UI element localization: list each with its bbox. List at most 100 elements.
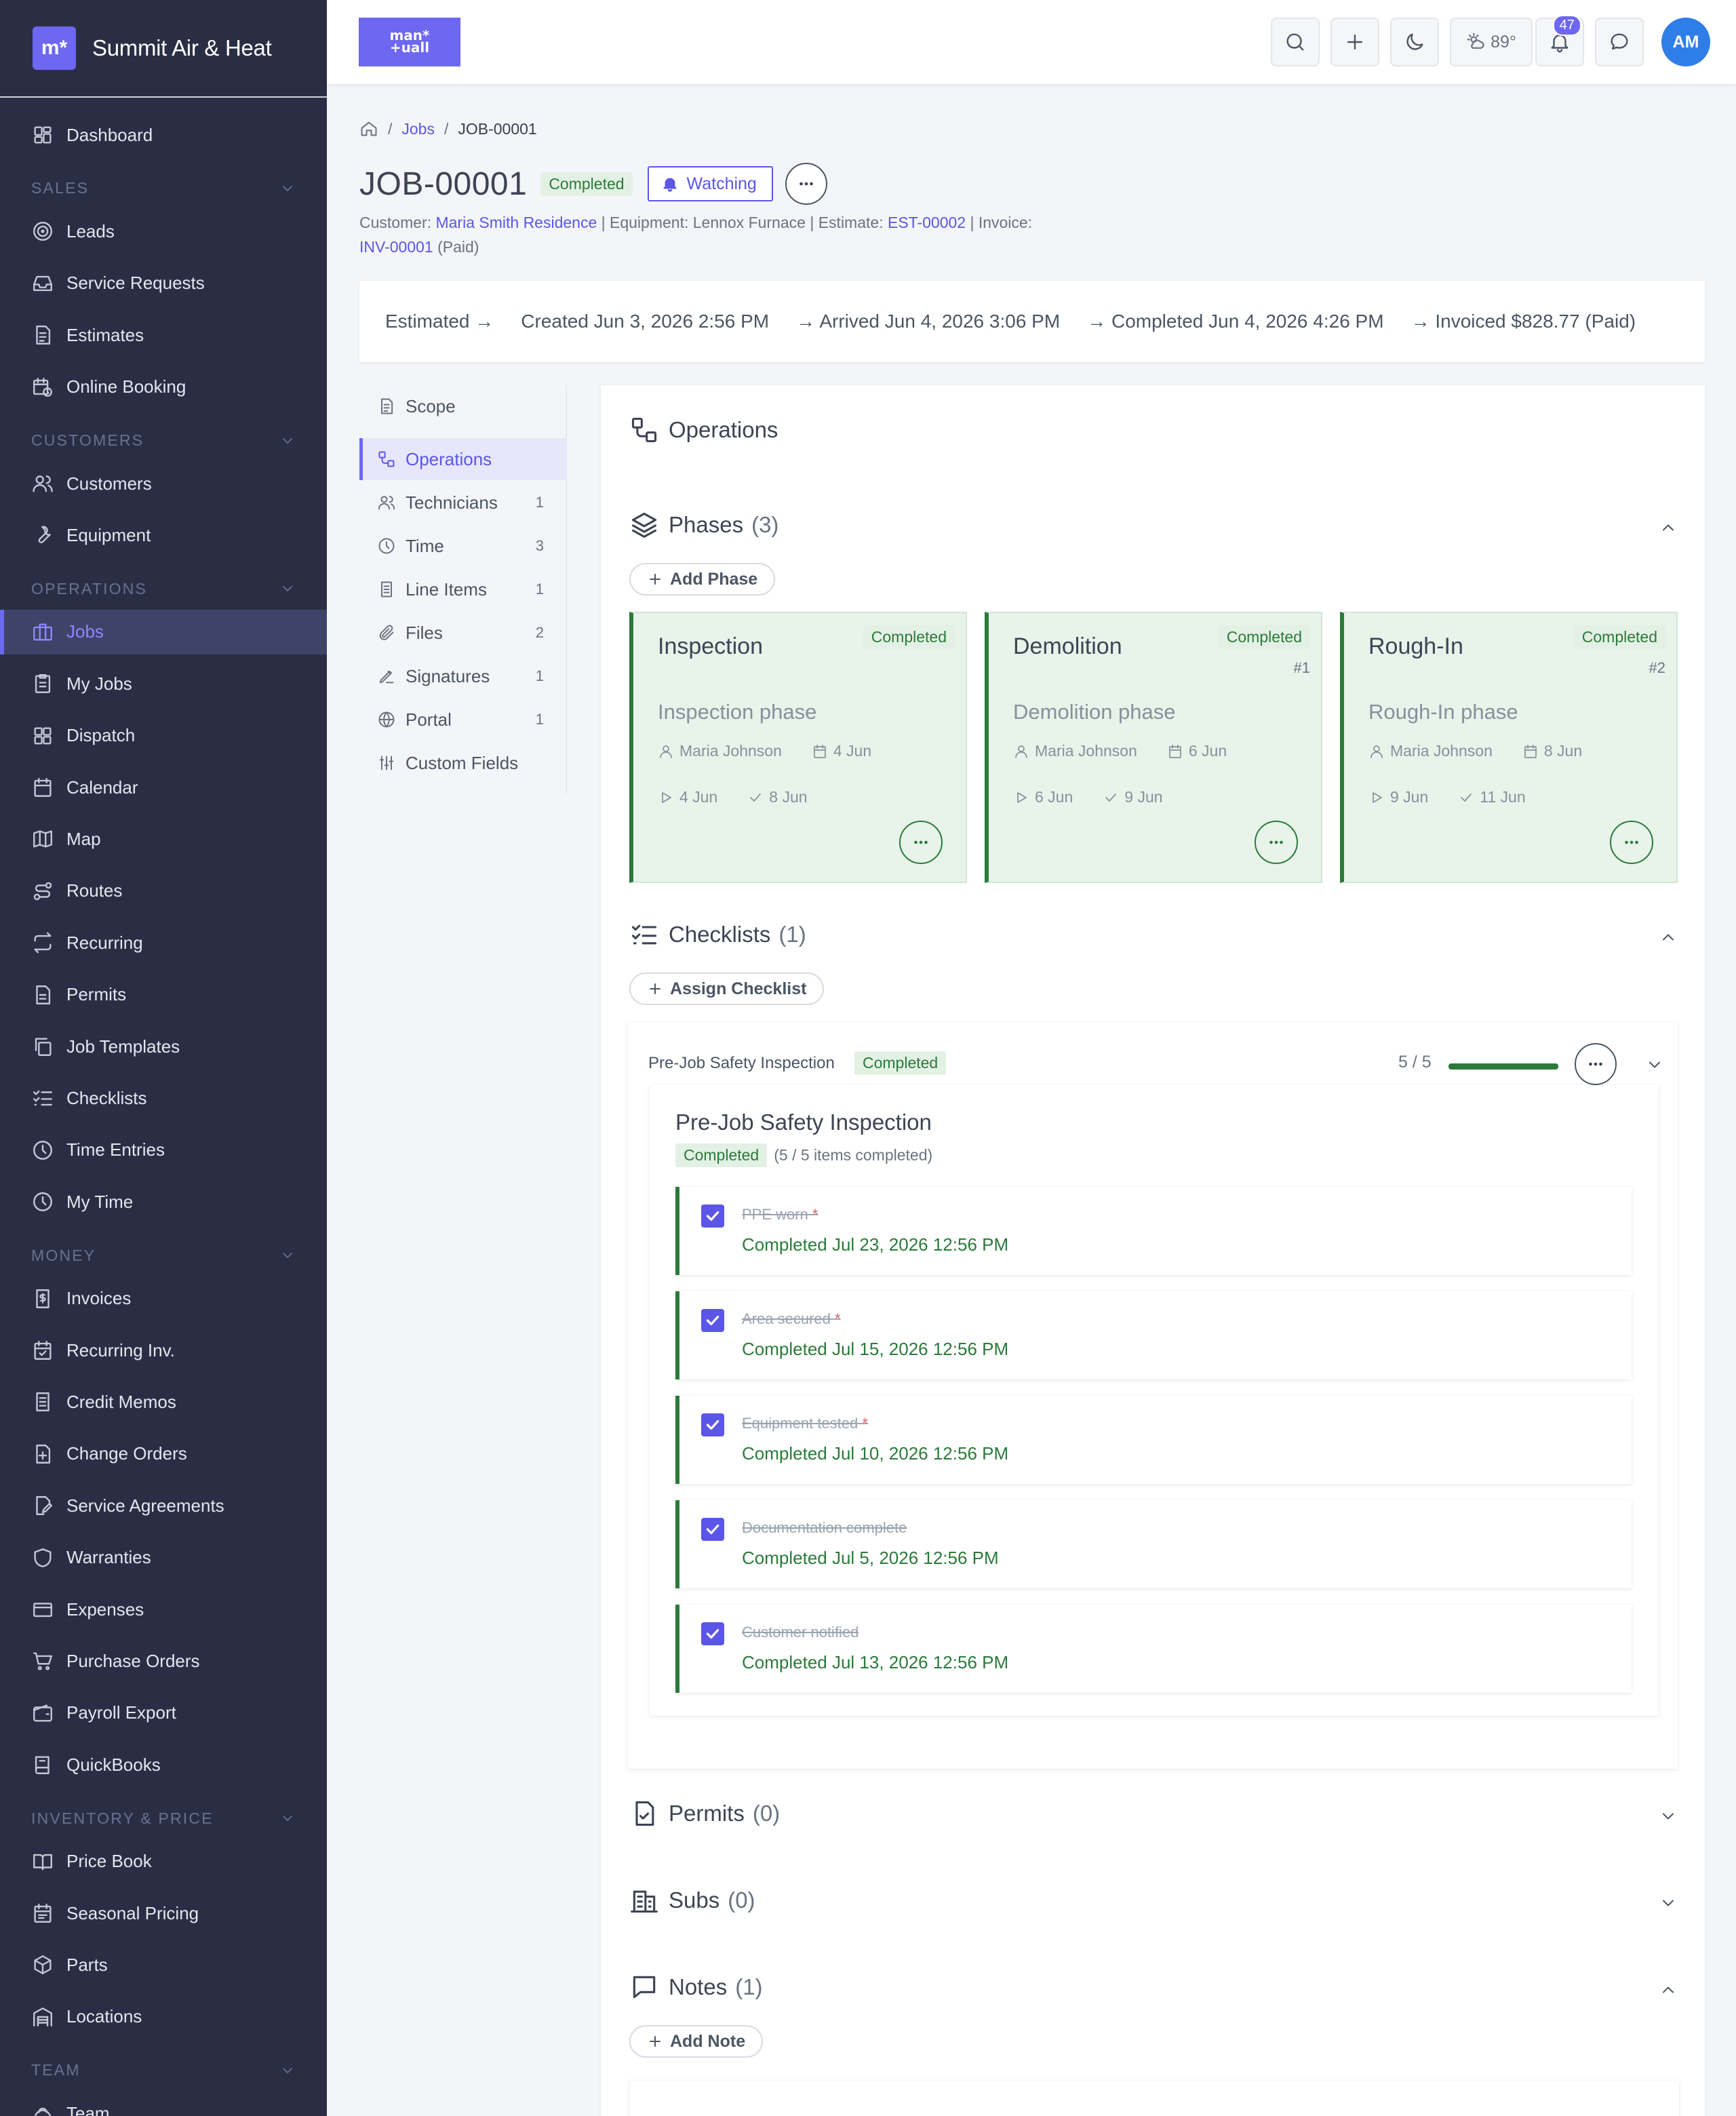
assign-checklist-button[interactable]: Assign Checklist <box>629 973 825 1005</box>
checklist-detail-status: Completed <box>675 1143 768 1167</box>
sidebar-item-leads[interactable]: Leads <box>0 209 327 254</box>
sidebar-item-calendar[interactable]: Calendar <box>0 765 327 810</box>
job-more-button[interactable] <box>785 163 827 205</box>
checklists-collapse-toggle[interactable] <box>1659 928 1678 947</box>
add-note-button[interactable]: Add Note <box>629 2025 764 2058</box>
messages-button[interactable] <box>1595 18 1644 66</box>
checklist-item-label: Customer notified <box>742 1624 859 1641</box>
sidebar-item-my-time[interactable]: My Time <box>0 1179 327 1224</box>
sidebar-item-team[interactable]: Team <box>0 2091 327 2116</box>
watch-button[interactable]: Watching <box>647 166 773 201</box>
weather-widget[interactable]: 89° <box>1450 18 1533 66</box>
notifications-button[interactable]: 47 <box>1535 15 1584 66</box>
sidebar-item-payroll-export[interactable]: Payroll Export <box>0 1691 327 1736</box>
sidebar-section-label: TEAM <box>31 2061 81 2079</box>
checklist-name[interactable]: Pre-Job Safety Inspection <box>648 1054 835 1073</box>
tab-scope[interactable]: Scope <box>359 385 567 427</box>
sidebar-item-dashboard[interactable]: Dashboard <box>0 113 327 157</box>
sidebar-item-recurring[interactable]: Recurring <box>0 920 327 965</box>
sidebar-item-credit-memos[interactable]: Credit Memos <box>0 1379 327 1424</box>
sidebar-item-online-booking[interactable]: Online Booking <box>0 365 327 410</box>
phase-more-button[interactable] <box>1255 821 1298 864</box>
sidebar-item-warranties[interactable]: Warranties <box>0 1535 327 1580</box>
sidebar-section-sales[interactable]: SALES <box>31 179 296 197</box>
sidebar-item-service-agreements[interactable]: Service Agreements <box>0 1483 327 1528</box>
checklist-item-checkbox[interactable] <box>701 1518 724 1541</box>
sidebar-item-locations[interactable]: Locations <box>0 1995 327 2039</box>
sidebar-item-parts[interactable]: Parts <box>0 1942 327 1987</box>
sidebar-section-customers[interactable]: CUSTOMERS <box>31 431 296 450</box>
tab-portal[interactable]: Portal 1 <box>359 699 567 741</box>
sidebar-section-inventory-price[interactable]: INVENTORY & PRICE <box>31 1809 296 1828</box>
checklist-more-button[interactable] <box>1575 1043 1617 1085</box>
sidebar-item-my-jobs[interactable]: My Jobs <box>0 661 327 706</box>
tab-time[interactable]: Time 3 <box>359 525 567 567</box>
checklist-item-checkbox[interactable] <box>701 1413 724 1436</box>
phase-more-button[interactable] <box>1610 821 1653 864</box>
sidebar-item-job-templates[interactable]: Job Templates <box>0 1024 327 1069</box>
phase-card[interactable]: Inspection Completed Inspection phase Ma… <box>629 612 967 883</box>
phase-more-button[interactable] <box>899 821 943 864</box>
sidebar-item-recurring-inv[interactable]: Recurring Inv. <box>0 1328 327 1373</box>
checklists-header[interactable]: Checklists (1) <box>629 920 806 949</box>
sidebar-item-time-entries[interactable]: Time Entries <box>0 1128 327 1173</box>
add-phase-button[interactable]: Add Phase <box>629 563 776 595</box>
tab-count: 3 <box>535 537 544 554</box>
sidebar-item-price-book[interactable]: Price Book <box>0 1839 327 1884</box>
theme-toggle-button[interactable] <box>1390 18 1439 66</box>
phases-header[interactable]: Phases (3) <box>629 510 778 540</box>
customer-link[interactable]: Maria Smith Residence <box>435 214 597 231</box>
tab-files[interactable]: Files 2 <box>359 612 567 654</box>
estimate-link[interactable]: EST-00002 <box>888 214 966 231</box>
tab-custom-fields[interactable]: Custom Fields <box>359 742 567 784</box>
checklist-item-checkbox[interactable] <box>701 1309 724 1332</box>
sidebar-item-purchase-orders[interactable]: Purchase Orders <box>0 1639 327 1683</box>
brand[interactable]: m* Summit Air & Heat <box>0 0 327 98</box>
tab-count: 1 <box>535 711 544 728</box>
sidebar-section-operations[interactable]: OPERATIONS <box>31 580 296 598</box>
permits-expand-toggle[interactable] <box>1659 1807 1678 1826</box>
sidebar-item-change-orders[interactable]: Change Orders <box>0 1432 327 1476</box>
app-logo[interactable]: man* +uall <box>359 18 460 66</box>
tab-signatures[interactable]: Signatures 1 <box>359 655 567 697</box>
tab-operations[interactable]: Operations <box>359 438 567 480</box>
sidebar-item-checklists[interactable]: Checklists <box>0 1076 327 1120</box>
sidebar-item-equipment[interactable]: Equipment <box>0 513 327 557</box>
subs-expand-toggle[interactable] <box>1659 1894 1678 1913</box>
invoice-link[interactable]: INV-00001 <box>359 238 433 256</box>
sidebar-item-expenses[interactable]: Expenses <box>0 1587 327 1632</box>
phase-card[interactable]: Rough-In Completed #2 Rough-In phase Mar… <box>1340 612 1678 883</box>
phase-card[interactable]: Demolition Completed #1 Demolition phase… <box>985 612 1322 883</box>
sidebar-item-quickbooks[interactable]: QuickBooks <box>0 1742 327 1787</box>
checklist-item-checkbox[interactable] <box>701 1204 724 1228</box>
sidebar-section-team[interactable]: TEAM <box>31 2061 296 2079</box>
sidebar-item-label: Job Templates <box>66 1036 180 1057</box>
sidebar-item-jobs[interactable]: Jobs <box>0 609 327 654</box>
notes-collapse-toggle[interactable] <box>1659 1980 1678 1999</box>
sidebar-item-map[interactable]: Map <box>0 817 327 861</box>
create-button[interactable] <box>1330 18 1379 66</box>
breadcrumb-jobs-link[interactable]: Jobs <box>401 120 435 138</box>
phases-collapse-toggle[interactable] <box>1659 518 1678 537</box>
sidebar-item-seasonal-pricing[interactable]: Seasonal Pricing <box>0 1891 327 1936</box>
subs-header[interactable]: Subs (0) <box>629 1885 755 1915</box>
search-button[interactable] <box>1271 18 1320 66</box>
user-avatar[interactable]: AM <box>1661 18 1710 66</box>
sidebar-item-dispatch[interactable]: Dispatch <box>0 713 327 758</box>
home-icon[interactable] <box>359 119 378 138</box>
sidebar-item-routes[interactable]: Routes <box>0 869 327 914</box>
sidebar-item-customers[interactable]: Customers <box>0 461 327 506</box>
checklist-expand-toggle[interactable] <box>1645 1055 1664 1074</box>
timeline-completed: → Completed Jun 4, 2026 4:26 PM <box>1087 311 1384 332</box>
sidebar-section-money[interactable]: MONEY <box>31 1247 296 1265</box>
sidebar-item-estimates[interactable]: Estimates <box>0 313 327 357</box>
sidebar-item-invoices[interactable]: Invoices <box>0 1276 327 1321</box>
checklist-item-checkbox[interactable] <box>701 1622 724 1645</box>
tab-technicians[interactable]: Technicians 1 <box>359 482 567 524</box>
tab-line-items[interactable]: Line Items 1 <box>359 568 567 610</box>
notes-header[interactable]: Notes (1) <box>629 1972 763 2002</box>
ellipsis-icon <box>914 840 928 844</box>
sidebar-item-service-requests[interactable]: Service Requests <box>0 261 327 306</box>
permits-header[interactable]: Permits (0) <box>629 1799 780 1828</box>
sidebar-item-permits[interactable]: Permits <box>0 973 327 1017</box>
